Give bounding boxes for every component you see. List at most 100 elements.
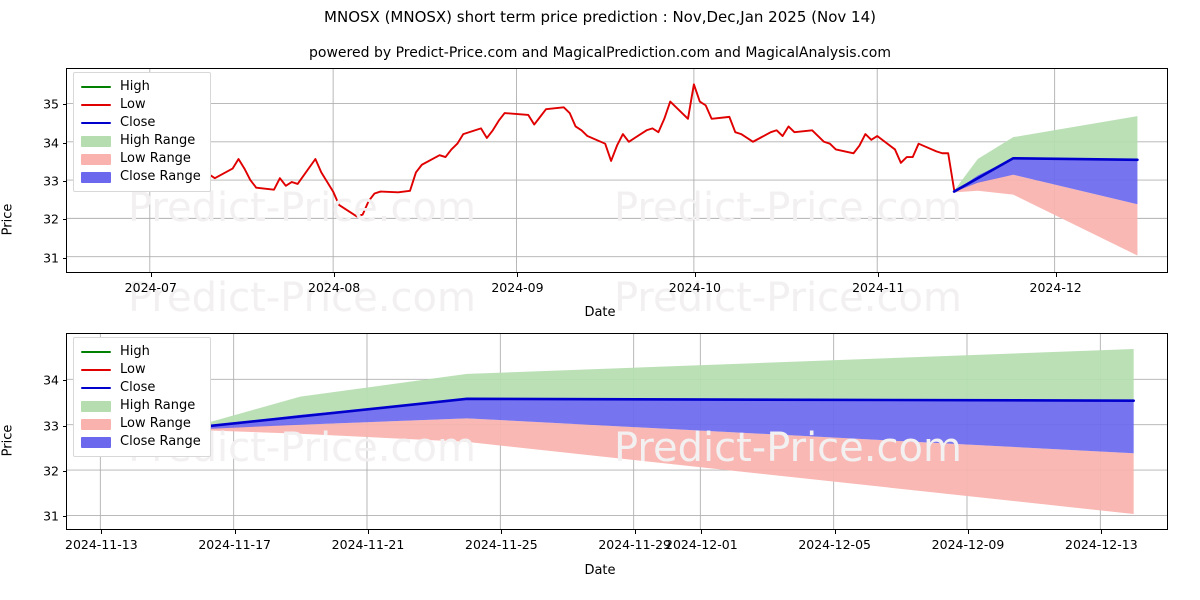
swatch xyxy=(81,351,111,354)
x-tick-mark xyxy=(694,273,696,277)
y-tick-mark xyxy=(63,471,67,473)
legend-patch-swatch-icon xyxy=(81,135,111,147)
zoom-y-axis-label: Price xyxy=(0,424,16,457)
x-tick-label: 2024-11-21 xyxy=(331,537,405,552)
chart-subtitle: powered by Predict-Price.com and Magical… xyxy=(309,45,891,61)
legend-label: Close xyxy=(120,380,156,395)
overview-legend-item-high-range: High Range xyxy=(81,132,201,150)
overview-legend-item-low-range: Low Range xyxy=(81,150,201,168)
y-tick-mark xyxy=(63,219,67,221)
swatch xyxy=(81,154,111,165)
series-line-low xyxy=(89,83,956,218)
y-tick-label: 32 xyxy=(43,211,59,227)
x-tick-label: 2024-11-17 xyxy=(198,537,271,552)
overview-legend[interactable]: High Low Close High Range Low Range Close Ran… xyxy=(73,72,211,192)
chart-title: MNOSX (MNOSX) short term price predictio… xyxy=(324,8,876,26)
legend-patch-swatch-icon xyxy=(81,418,111,430)
x-tick-label: 2024-12-05 xyxy=(798,537,871,552)
overview-legend-item-low: Low xyxy=(81,96,201,114)
swatch xyxy=(81,122,111,125)
y-tick-label: 33 xyxy=(43,418,59,434)
overview-legend-item-high: High xyxy=(81,78,201,96)
legend-label: Close Range xyxy=(120,434,201,449)
forecast-legend-item-low: Low xyxy=(81,361,201,379)
overview-legend-item-close-range: Close Range xyxy=(81,168,201,186)
y-tick-mark xyxy=(63,104,67,106)
legend-label: Low Range xyxy=(120,416,191,431)
y-tick-label: 35 xyxy=(43,96,59,112)
legend-line-swatch-icon xyxy=(81,364,111,376)
x-tick-mark xyxy=(878,273,880,277)
legend-label: Close Range xyxy=(120,169,201,184)
x-tick-label: 2024-12-13 xyxy=(1065,537,1138,552)
forecast-legend-item-high-range: High Range xyxy=(81,397,201,415)
legend-label: High xyxy=(120,79,150,94)
forecast-legend-item-high: High xyxy=(81,343,201,361)
y-tick-label: 34 xyxy=(43,135,59,151)
legend-patch-swatch-icon xyxy=(81,400,111,412)
y-tick-mark xyxy=(63,380,67,382)
y-tick-mark xyxy=(63,516,67,518)
overview-plot-area xyxy=(66,68,1168,273)
x-tick-mark xyxy=(517,273,519,277)
x-tick-mark xyxy=(1055,273,1057,277)
y-tick-mark xyxy=(63,425,67,427)
x-tick-label: 2024-11-13 xyxy=(65,537,138,552)
legend-label: High xyxy=(120,344,150,359)
forecast-legend[interactable]: High Low Close High Range Low Range Close Ran… xyxy=(73,337,211,457)
legend-line-swatch-icon xyxy=(81,346,111,358)
legend-line-swatch-icon xyxy=(81,81,111,93)
forecast-x-axis-label: Date xyxy=(584,563,616,578)
swatch xyxy=(81,369,111,372)
legend-label: Low Range xyxy=(120,151,191,166)
y-tick-label: 34 xyxy=(43,372,59,388)
x-tick-mark xyxy=(701,530,703,534)
x-tick-mark xyxy=(334,273,336,277)
legend-line-swatch-icon xyxy=(81,99,111,111)
legend-label: Close xyxy=(120,115,156,130)
overview-y-axis-label: Price xyxy=(0,203,16,236)
y-tick-mark xyxy=(63,142,67,144)
legend-patch-swatch-icon xyxy=(81,436,111,448)
legend-label: Low xyxy=(120,97,146,112)
x-tick-label: 2024-11 xyxy=(852,280,905,295)
forecast-legend-item-low-range: Low Range xyxy=(81,415,201,433)
x-tick-mark xyxy=(234,530,236,534)
legend-line-swatch-icon xyxy=(81,382,111,394)
x-tick-label: 2024-07 xyxy=(124,280,177,295)
overview-legend-item-close: Close xyxy=(81,114,201,132)
y-tick-label: 31 xyxy=(43,508,59,524)
legend-label: High Range xyxy=(120,133,196,148)
x-tick-mark xyxy=(1101,530,1103,534)
swatch xyxy=(81,104,111,107)
swatch xyxy=(81,86,111,89)
swatch xyxy=(81,437,111,448)
x-tick-label: 2024-11-25 xyxy=(465,537,538,552)
x-tick-label: 2024-12-09 xyxy=(931,537,1005,552)
legend-line-swatch-icon xyxy=(81,117,111,129)
forecast-legend-item-close-range: Close Range xyxy=(81,433,201,451)
legend-patch-swatch-icon xyxy=(81,153,111,165)
y-tick-label: 31 xyxy=(43,250,59,266)
x-tick-mark xyxy=(101,530,103,534)
x-tick-label: 2024-08 xyxy=(308,280,361,295)
swatch xyxy=(81,172,111,183)
x-tick-label: 2024-12 xyxy=(1029,280,1082,295)
x-tick-mark xyxy=(834,530,836,534)
x-tick-label: 2024-11-29 xyxy=(598,537,671,552)
x-tick-mark xyxy=(150,273,152,277)
x-tick-mark xyxy=(501,530,503,534)
x-tick-label: 2024-10 xyxy=(668,280,721,295)
forecast-legend-item-close: Close xyxy=(81,379,201,397)
x-tick-label: 2024-09 xyxy=(491,280,544,295)
y-tick-label: 32 xyxy=(43,463,59,479)
x-tick-mark xyxy=(368,530,369,534)
y-tick-label: 33 xyxy=(43,173,59,189)
swatch xyxy=(81,401,111,412)
swatch xyxy=(81,136,111,147)
x-tick-label: 2024-12-01 xyxy=(665,537,738,552)
swatch xyxy=(81,387,111,390)
x-tick-mark xyxy=(968,530,969,534)
overview-x-axis-label: Date xyxy=(584,305,616,320)
swatch xyxy=(81,419,111,430)
